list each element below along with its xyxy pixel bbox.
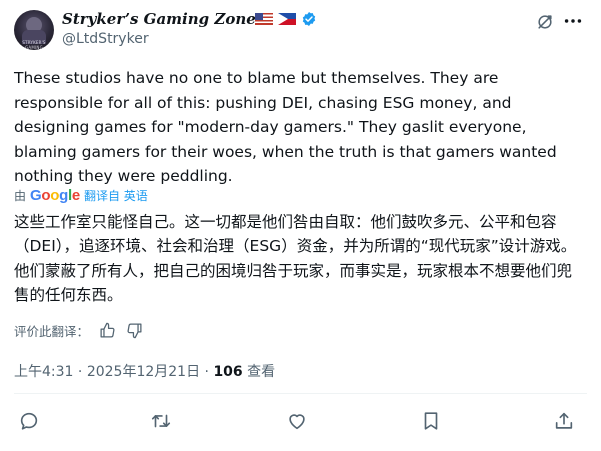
action-bar — [0, 406, 601, 438]
thumbs-down-icon[interactable] — [126, 322, 143, 339]
retweet-icon[interactable] — [150, 410, 172, 432]
tweet-time[interactable]: 上午4:31 — [14, 364, 73, 380]
meta-separator: · — [77, 364, 83, 380]
meta-separator: · — [204, 364, 209, 380]
actions-divider — [14, 393, 587, 394]
translation-attribution: 由 Google 翻译自 英语 — [14, 187, 148, 204]
translated-from-link[interactable]: 翻译自 英语 — [84, 187, 148, 204]
grok-icon[interactable] — [535, 12, 555, 32]
tweet-text: These studios have no one to blame but t… — [14, 69, 557, 185]
us-flag-icon — [255, 13, 273, 25]
share-icon[interactable] — [553, 410, 575, 432]
author-flags — [255, 11, 317, 27]
tweet-meta: 上午4:31 · 2025年12月21日 · 106 查看 — [14, 361, 275, 381]
author-display-name[interactable]: Stryker’s Gaming Zone — [62, 10, 256, 28]
ph-flag-icon — [278, 13, 296, 25]
like-icon[interactable] — [286, 410, 308, 432]
translation-by-label: 由 — [14, 189, 27, 203]
views-label: 查看 — [247, 364, 276, 380]
rate-translation-label: 评价此翻译： — [14, 324, 90, 339]
rate-translation: 评价此翻译： — [14, 321, 143, 340]
source-language: 英语 — [123, 189, 148, 203]
tweet-card: STRYKER'S GAMING Stryker’s Gaming Zone @… — [0, 0, 601, 451]
verified-badge-icon[interactable] — [301, 11, 317, 27]
bookmark-icon[interactable] — [420, 410, 442, 432]
views-count: 106 — [213, 364, 243, 380]
thumbs-up-icon[interactable] — [99, 322, 116, 339]
translated-text: 这些工作室只能怪自己。这一切都是他们咎由自取：他们鼓吹多元、公平和包容（DEI）… — [14, 213, 577, 304]
avatar-text: STRYKER'S GAMING — [22, 40, 46, 50]
tweet-date[interactable]: 2025年12月21日 — [87, 364, 200, 380]
google-logo: Google — [30, 187, 80, 204]
translated-from-label: 翻译自 — [83, 189, 120, 203]
avatar[interactable]: STRYKER'S GAMING — [14, 10, 54, 50]
author-handle[interactable]: @LtdStryker — [62, 31, 149, 47]
more-options-icon[interactable] — [562, 10, 584, 32]
reply-icon[interactable] — [18, 410, 40, 432]
